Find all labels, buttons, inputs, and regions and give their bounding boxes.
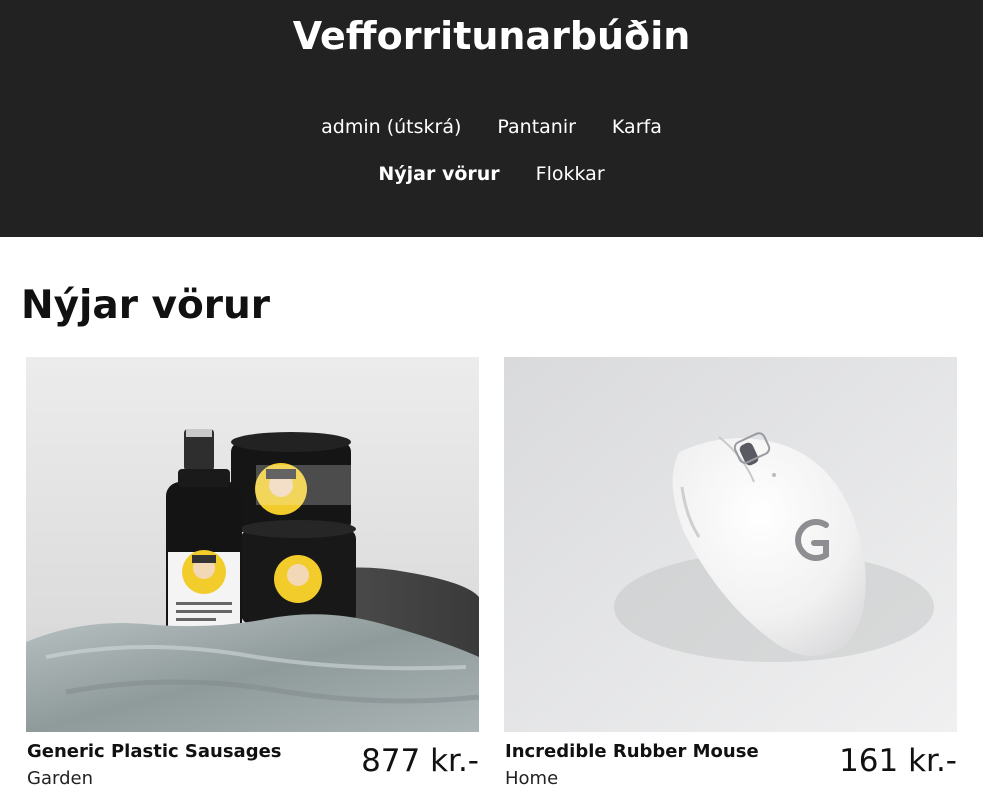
site-title[interactable]: Vefforritunarbúðin bbox=[0, 12, 983, 60]
product-name[interactable]: Incredible Rubber Mouse bbox=[505, 740, 759, 764]
nav-cart[interactable]: Karfa bbox=[612, 113, 662, 141]
product-category: Garden bbox=[27, 768, 93, 789]
product-image-skincare bbox=[26, 357, 479, 732]
nav-admin-logout[interactable]: admin (útskrá) bbox=[321, 113, 461, 141]
site-header: Vefforritunarbúðin admin (útskrá) Pantani… bbox=[0, 0, 983, 237]
product-image-link[interactable] bbox=[504, 357, 957, 732]
product-category: Home bbox=[505, 768, 559, 789]
product-image-link[interactable] bbox=[26, 357, 479, 732]
nav-new-products[interactable]: Nýjar vörur bbox=[378, 160, 499, 188]
product-price: 161 kr.- bbox=[839, 743, 957, 779]
product-card: Generic Plastic Sausages Garden 877 kr.- bbox=[26, 357, 479, 789]
page-title: Nýjar vörur bbox=[21, 283, 271, 328]
nav-row-2: Nýjar vörur Flokkar bbox=[0, 160, 983, 188]
product-name[interactable]: Generic Plastic Sausages bbox=[27, 740, 282, 764]
product-image-mouse bbox=[504, 357, 957, 732]
nav-orders[interactable]: Pantanir bbox=[497, 113, 576, 141]
nav-categories[interactable]: Flokkar bbox=[536, 160, 605, 188]
product-card: Incredible Rubber Mouse Home 161 kr.- bbox=[504, 357, 957, 789]
product-price: 877 kr.- bbox=[361, 743, 479, 779]
nav-row-1: admin (útskrá) Pantanir Karfa bbox=[0, 113, 983, 141]
